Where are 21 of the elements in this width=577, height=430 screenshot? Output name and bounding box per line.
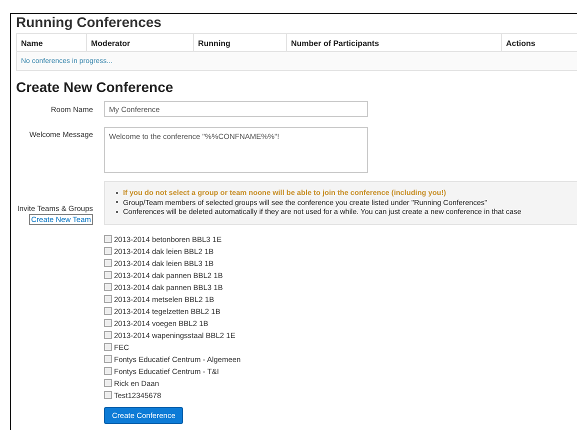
- checkbox[interactable]: [104, 235, 112, 243]
- checkbox[interactable]: [104, 307, 112, 315]
- checkbox[interactable]: [104, 295, 112, 303]
- column-header: Moderator: [87, 34, 194, 51]
- checkbox[interactable]: [104, 271, 112, 279]
- section-title: Running Conferences: [16, 14, 162, 30]
- checkbox[interactable]: [104, 247, 112, 255]
- checkbox[interactable]: [104, 355, 112, 363]
- column-header: Running: [194, 34, 287, 51]
- checkbox[interactable]: [104, 379, 112, 387]
- column-header: Name: [17, 34, 87, 51]
- checkbox[interactable]: [104, 283, 112, 291]
- checkbox[interactable]: [104, 319, 112, 327]
- column-header: Number of Participants: [287, 34, 502, 51]
- checkbox[interactable]: [104, 343, 112, 351]
- checkbox[interactable]: [104, 391, 112, 399]
- section-title: Create New Conference: [16, 79, 174, 95]
- column-header: Actions: [502, 34, 577, 51]
- checkbox[interactable]: [104, 367, 112, 375]
- checkbox[interactable]: [104, 331, 112, 339]
- checkbox[interactable]: [104, 259, 112, 267]
